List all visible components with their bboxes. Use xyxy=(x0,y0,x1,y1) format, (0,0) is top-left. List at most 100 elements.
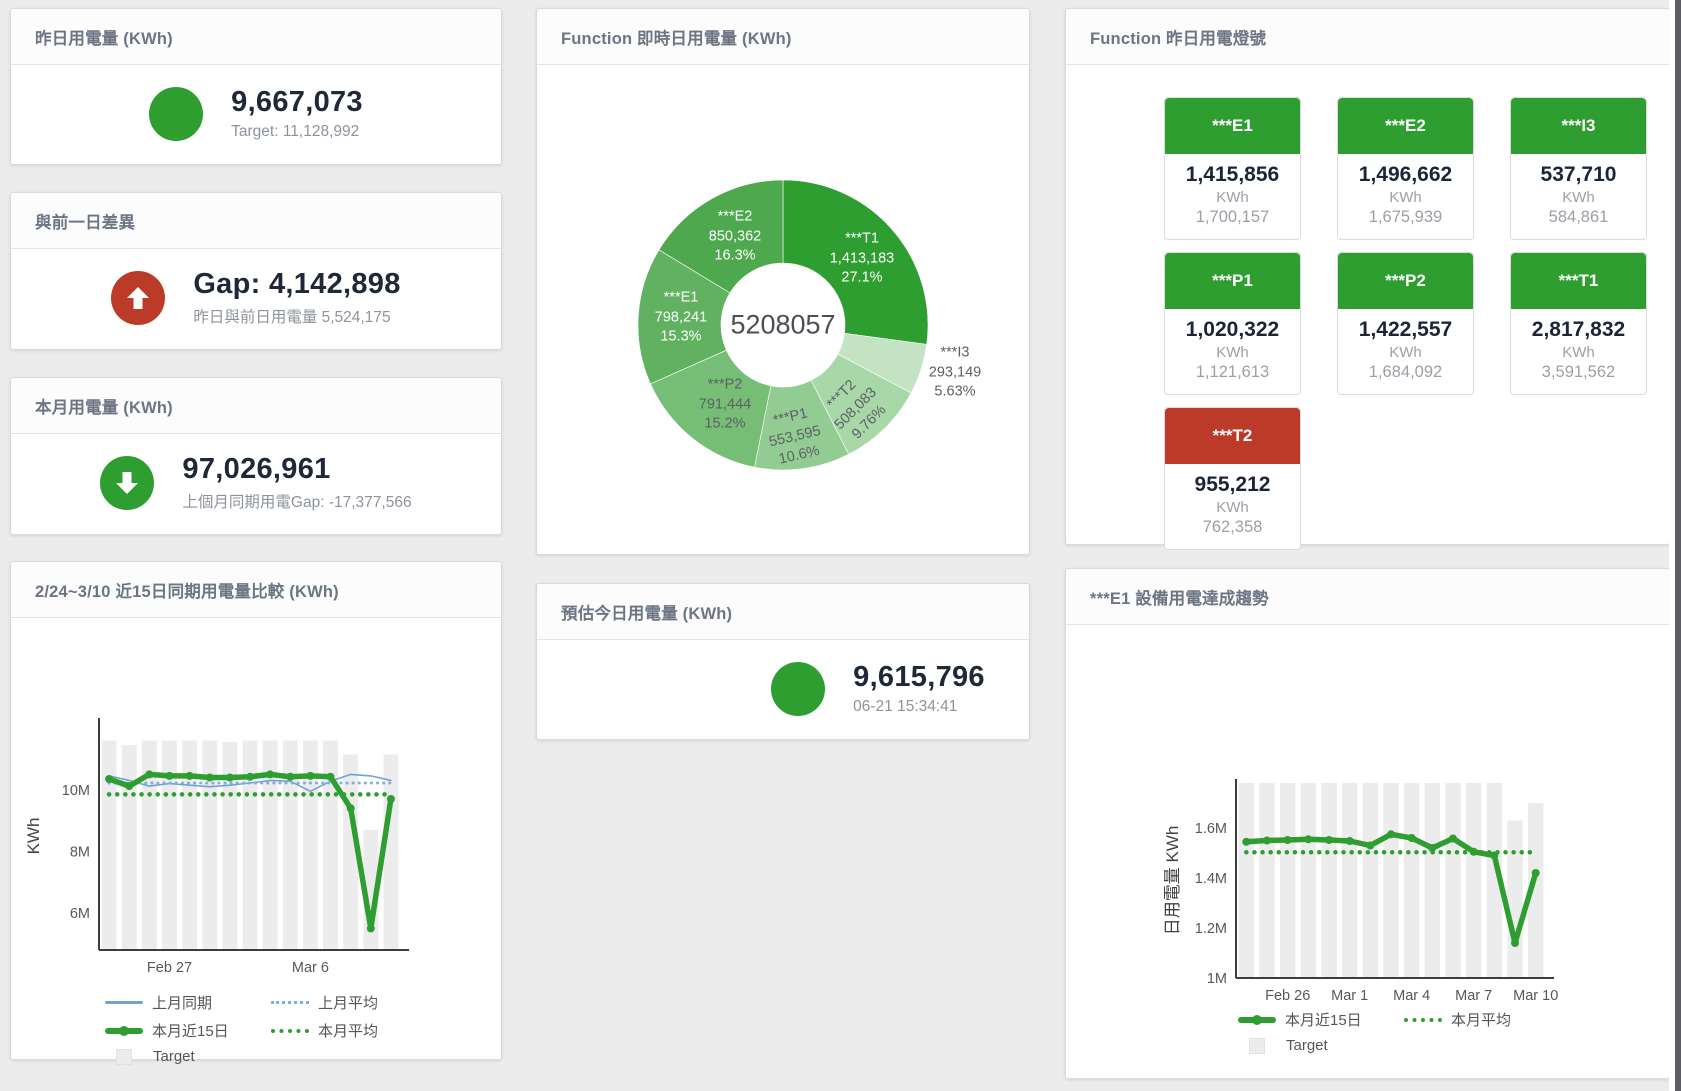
tile-label: ***P2 xyxy=(1338,253,1473,309)
tile-value: 1,422,557 xyxy=(1340,318,1471,342)
tile-p1[interactable]: ***P1 1,020,322 KWh 1,121,613 xyxy=(1164,252,1301,395)
svg-text:8M: 8M xyxy=(70,844,90,860)
lights-grid: ***E1 1,415,856 KWh 1,700,157 ***E2 1,49… xyxy=(1066,65,1669,550)
compare-15days-chart: 6M8M10MFeb 27Mar 6KWh xyxy=(11,618,491,990)
stat-value: 9,615,796 xyxy=(853,662,985,694)
svg-text:1.2M: 1.2M xyxy=(1195,921,1227,937)
panel-title: 2/24~3/10 近15日同期用電量比較 (KWh) xyxy=(35,578,339,602)
tile-value: 1,415,856 xyxy=(1167,163,1298,187)
svg-text:Mar 1: Mar 1 xyxy=(1331,988,1368,1004)
svg-text:10M: 10M xyxy=(62,783,90,799)
panel-header[interactable]: 與前一日差異 xyxy=(11,193,501,249)
scrollbar-thumb[interactable] xyxy=(1675,0,1681,1091)
panel-header[interactable]: Function 昨日用電燈號 xyxy=(1066,9,1669,65)
chart-legend: 本月近15日 本月平均 Target xyxy=(1238,1009,1669,1054)
donut-label-e2: ***E2850,36216.3% xyxy=(709,208,761,267)
tile-label: ***E1 xyxy=(1165,98,1300,154)
tile-p2[interactable]: ***P2 1,422,557 KWh 1,684,092 xyxy=(1337,252,1474,395)
green-dotted-line-icon xyxy=(1404,1018,1442,1022)
green-dotted-line-icon xyxy=(271,1029,309,1033)
status-circle-icon xyxy=(771,662,825,716)
panel-title: Function 即時日用電量 (KWh) xyxy=(561,25,792,49)
tile-target: 1,684,092 xyxy=(1340,363,1471,382)
tile-value: 955,212 xyxy=(1167,473,1298,497)
legend-item-this-month-average[interactable]: 本月平均 xyxy=(1404,1009,1550,1030)
tile-t1[interactable]: ***T1 2,817,832 KWh 3,591,562 xyxy=(1510,252,1647,395)
tile-unit: KWh xyxy=(1167,344,1298,361)
svg-text:Feb 26: Feb 26 xyxy=(1265,988,1310,1004)
panel-header[interactable]: 本月用電量 (KWh) xyxy=(11,378,501,434)
stat-value: 97,026,961 xyxy=(182,454,411,486)
gray-square-icon xyxy=(116,1049,132,1065)
tile-unit: KWh xyxy=(1167,499,1298,516)
donut-label-p2: ***P2791,44415.2% xyxy=(699,376,751,435)
tile-e2[interactable]: ***E2 1,496,662 KWh 1,675,939 xyxy=(1337,97,1474,240)
panel-title: 預估今日用電量 (KWh) xyxy=(561,600,732,624)
tile-value: 1,020,322 xyxy=(1167,318,1298,342)
tile-i3[interactable]: ***I3 537,710 KWh 584,861 xyxy=(1510,97,1647,240)
donut-chart: 5208057 ***T11,413,18327.1% ***I3293,149… xyxy=(633,175,933,475)
tile-e1[interactable]: ***E1 1,415,856 KWh 1,700,157 xyxy=(1164,97,1301,240)
svg-text:日用電量 KWh: 日用電量 KWh xyxy=(1163,826,1182,936)
panel-title: 昨日用電量 (KWh) xyxy=(35,25,173,49)
stat-value: Gap: 4,142,898 xyxy=(193,269,400,301)
green-line-icon xyxy=(1238,1017,1276,1023)
svg-text:Mar 4: Mar 4 xyxy=(1393,988,1430,1004)
gray-square-icon xyxy=(1249,1038,1265,1054)
stat-yesterday: 9,667,073 Target: 11,128,992 xyxy=(11,65,501,163)
legend-item-this-month-average[interactable]: 本月平均 xyxy=(271,1020,417,1041)
svg-text:1.6M: 1.6M xyxy=(1195,821,1227,837)
panel-title: Function 昨日用電燈號 xyxy=(1090,25,1266,49)
panel-header[interactable]: 2/24~3/10 近15日同期用電量比較 (KWh) xyxy=(11,562,501,618)
tile-value: 2,817,832 xyxy=(1513,318,1644,342)
tile-unit: KWh xyxy=(1167,189,1298,206)
svg-text:KWh: KWh xyxy=(24,818,43,855)
blue-line-icon xyxy=(105,1001,143,1004)
blue-dotted-line-icon xyxy=(271,1001,309,1004)
scrollbar-track[interactable] xyxy=(1669,0,1681,1091)
panel-title: 與前一日差異 xyxy=(35,209,135,233)
dashboard: 昨日用電量 (KWh) 9,667,073 Target: 11,128,992… xyxy=(0,0,1681,1091)
panel-header[interactable]: ***E1 設備用電達成趨勢 xyxy=(1066,569,1669,625)
stat-estimate-today: 9,615,796 06-21 15:34:41 xyxy=(632,640,1124,738)
stat-subtitle: 06-21 15:34:41 xyxy=(853,698,985,716)
panel-header[interactable]: 昨日用電量 (KWh) xyxy=(11,9,501,65)
legend-item-target[interactable]: Target xyxy=(1238,1037,1384,1054)
stat-value: 9,667,073 xyxy=(231,87,363,119)
panel-yesterday-lights: Function 昨日用電燈號 ***E1 1,415,856 KWh 1,70… xyxy=(1065,8,1670,545)
donut-center-total: 5208057 xyxy=(730,310,835,341)
svg-text:Mar 10: Mar 10 xyxy=(1513,988,1558,1004)
e1-trend-chart: 1M1.2M1.4M1.6MFeb 26Mar 1Mar 4Mar 7Mar 1… xyxy=(1066,625,1631,1007)
legend-item-last-month-same-period[interactable]: 上月同期 xyxy=(105,992,251,1013)
panel-e1-trend: ***E1 設備用電達成趨勢 1M1.2M1.4M1.6MFeb 26Mar 1… xyxy=(1065,568,1670,1079)
donut-label-i3: ***I3293,1495.63% xyxy=(929,344,981,403)
arrow-up-icon xyxy=(111,271,165,325)
tile-unit: KWh xyxy=(1513,189,1644,206)
stat-subtitle: 昨日與前日用電量 5,524,175 xyxy=(193,305,400,327)
legend-item-target[interactable]: Target xyxy=(105,1048,251,1065)
legend-item-this-month-15days[interactable]: 本月近15日 xyxy=(1238,1009,1384,1030)
donut-label-e1: ***E1798,24115.3% xyxy=(655,289,707,348)
panel-header[interactable]: 預估今日用電量 (KWh) xyxy=(537,584,1029,640)
legend-item-this-month-15days[interactable]: 本月近15日 xyxy=(105,1020,251,1041)
panel-title: ***E1 設備用電達成趨勢 xyxy=(1090,585,1269,609)
tile-target: 1,121,613 xyxy=(1167,363,1298,382)
panel-yesterday-usage: 昨日用電量 (KWh) 9,667,073 Target: 11,128,992 xyxy=(10,8,502,165)
green-line-icon xyxy=(105,1028,143,1034)
arrow-down-icon xyxy=(100,456,154,510)
svg-text:Feb 27: Feb 27 xyxy=(147,960,192,976)
tile-target: 762,358 xyxy=(1167,518,1298,537)
panel-header[interactable]: Function 即時日用電量 (KWh) xyxy=(537,9,1029,65)
status-circle-icon xyxy=(149,87,203,141)
panel-realtime-pie: Function 即時日用電量 (KWh) 5208057 ***T11,413… xyxy=(536,8,1030,555)
legend-item-last-month-average[interactable]: 上月平均 xyxy=(271,992,417,1013)
stat-subtitle: Target: 11,128,992 xyxy=(231,123,363,141)
tile-unit: KWh xyxy=(1340,189,1471,206)
tile-t2[interactable]: ***T2 955,212 KWh 762,358 xyxy=(1164,407,1301,550)
panel-compare-15days: 2/24~3/10 近15日同期用電量比較 (KWh) 6M8M10MFeb 2… xyxy=(10,561,502,1060)
panel-estimate-today: 預估今日用電量 (KWh) 9,615,796 06-21 15:34:41 xyxy=(536,583,1030,740)
tile-label: ***P1 xyxy=(1165,253,1300,309)
tile-label: ***I3 xyxy=(1511,98,1646,154)
tile-value: 1,496,662 xyxy=(1340,163,1471,187)
tile-value: 537,710 xyxy=(1513,163,1644,187)
